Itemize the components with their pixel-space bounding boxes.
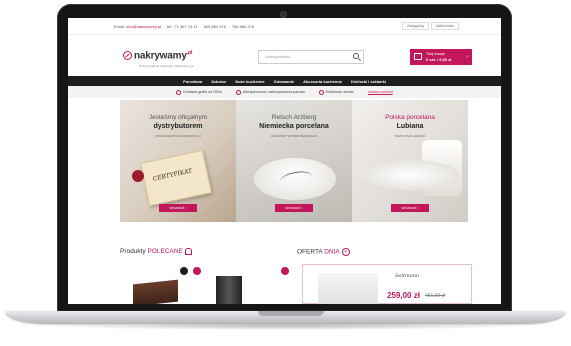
chevron-right-icon: › bbox=[466, 54, 468, 60]
banner-line2: Lubiana bbox=[396, 123, 424, 130]
nav-item-sztucce[interactable]: Sztućce bbox=[211, 79, 226, 84]
offer-price: 259,00 zł bbox=[387, 291, 420, 300]
banner-line1: Jesteśmy oficjalnym bbox=[148, 114, 208, 121]
search-icon[interactable] bbox=[353, 53, 359, 59]
search-placeholder: Szukaj produktu bbox=[265, 55, 291, 59]
shield-icon bbox=[235, 89, 241, 95]
nav-item-noze[interactable]: Noże kuchenne bbox=[235, 79, 264, 84]
tagline: Dobrze nakryte naczynia • Nakrywamy.pl bbox=[139, 64, 194, 68]
banner-line3: PRODUCENTÓW MARKOWYCH bbox=[155, 134, 201, 138]
next-arrow-icon[interactable] bbox=[193, 267, 201, 275]
cart-button[interactable]: Twój koszyk 0 szt. / 0,00 zł › bbox=[410, 49, 472, 65]
prev-arrow-icon[interactable] bbox=[180, 267, 188, 275]
offer-heading-b: DNIA bbox=[324, 248, 340, 256]
cart-icon bbox=[414, 53, 422, 60]
offer-product-image bbox=[318, 273, 378, 304]
top-contact-bar: Email: info@nakrywamy.pl tel.: 71 367 19… bbox=[68, 18, 501, 35]
certificate-text: CERTYFIKAT bbox=[152, 167, 193, 183]
register-button[interactable]: Załóż konto bbox=[430, 22, 459, 30]
nav-item-kieliszki[interactable]: Kieliszki i szklanki bbox=[351, 79, 386, 84]
wax-seal-image bbox=[132, 170, 144, 182]
browser-viewport: Email: info@nakrywamy.pl tel.: 71 367 19… bbox=[68, 18, 501, 304]
nav-item-akcesoria[interactable]: Akcesoria kuchenne bbox=[303, 79, 342, 84]
laptop-notch bbox=[258, 311, 324, 316]
banner-line1: Polska porcelana bbox=[385, 114, 435, 121]
nav-item-porcelana[interactable]: Porcelana bbox=[183, 79, 202, 84]
daily-offer-heading: OFERTA DNIA + bbox=[297, 248, 350, 256]
cart-label: Twój koszyk bbox=[426, 52, 445, 56]
laptop-base bbox=[6, 311, 565, 323]
phone-contact: tel.: 71 367 19 11 bbox=[167, 24, 198, 29]
offer-heading-a: OFERTA bbox=[297, 248, 323, 256]
phone-label: tel.: bbox=[166, 24, 174, 29]
feature-packing: Ubezpieczona i zabezpieczona paczka bbox=[235, 89, 305, 95]
banner-line3: OGROMNY WYBÓR DEKORACJI bbox=[271, 134, 317, 138]
feature-returns: Możliwość zwrotu bbox=[318, 89, 354, 95]
plates-image bbox=[360, 160, 460, 190]
banner-arzberg[interactable]: Retsch Arzberg Niemiecka porcelana OGROM… bbox=[236, 100, 352, 222]
logo-text: nakrywamy.pl bbox=[134, 50, 192, 62]
truck-icon bbox=[176, 89, 182, 95]
banner-line1: Retsch Arzberg bbox=[271, 114, 317, 121]
banner-row: CERTYFIKAT Jesteśmy oficjalnym dystrybut… bbox=[120, 100, 468, 222]
nav-item-gotowanie[interactable]: Gotowanie bbox=[274, 79, 294, 84]
recommended-heading-a: Produkty bbox=[120, 248, 146, 256]
terms-link[interactable]: zobacz warunki bbox=[368, 90, 393, 94]
product-image-knives[interactable] bbox=[216, 276, 242, 304]
email-link[interactable]: info@nakrywamy.pl bbox=[126, 24, 161, 29]
recommended-heading-b: POLECANE bbox=[147, 248, 183, 256]
offer-brand: Seltmann bbox=[395, 273, 420, 279]
email-label: Email: bbox=[114, 24, 126, 29]
porcelain-bowl-image bbox=[254, 158, 336, 200]
main-nav: Porcelana Sztućce Noże kuchenne Gotowani… bbox=[68, 76, 501, 86]
feature-shipping-text: Dostawa gratis od 200zł bbox=[183, 90, 222, 94]
camera-icon bbox=[280, 11, 287, 18]
phone-number-3: 756 884 376 bbox=[231, 24, 255, 29]
email-contact[interactable]: Email: info@nakrywamy.pl bbox=[114, 24, 161, 29]
offer-old-price: 451,00 zł bbox=[425, 293, 446, 299]
banner-lubiana[interactable]: Polska porcelana Lubiana NAJWYŻSZA JAKOŚ… bbox=[352, 100, 468, 222]
feature-shipping: Dostawa gratis od 200zł bbox=[176, 89, 222, 95]
account-links: Zaloguj się Załóż konto bbox=[401, 22, 459, 30]
feature-returns-text: Możliwość zwrotu bbox=[325, 90, 354, 94]
cart-add-icon[interactable] bbox=[281, 267, 289, 275]
login-button[interactable]: Zaloguj się bbox=[401, 22, 429, 30]
daily-offer-card[interactable]: Seltmann 259,00 zł 451,00 zł bbox=[302, 264, 472, 304]
features-strip: Dostawa gratis od 200zł Ubezpieczona i z… bbox=[68, 86, 501, 98]
banner-line2: Niemiecka porcelana bbox=[259, 123, 329, 130]
feature-packing-text: Ubezpieczona i zabezpieczona paczka bbox=[242, 90, 305, 94]
recommended-heading: Produkty POLECANE bbox=[120, 248, 192, 255]
bell-icon bbox=[184, 248, 192, 255]
logo-mark-icon bbox=[123, 51, 132, 61]
contact-info: Email: info@nakrywamy.pl tel.: 71 367 19… bbox=[114, 24, 254, 29]
return-icon bbox=[318, 89, 324, 95]
banner-distributor[interactable]: CERTYFIKAT Jesteśmy oficjalnym dystrybut… bbox=[120, 100, 236, 222]
certificate-image: CERTYFIKAT bbox=[140, 149, 212, 207]
phone-number: 71 367 19 11 bbox=[174, 24, 198, 29]
banner-button[interactable]: SPRAWDŹ > bbox=[159, 204, 197, 212]
plus-circle-icon: + bbox=[341, 248, 350, 256]
laptop-shadow bbox=[40, 322, 530, 330]
banner-button[interactable]: SPRAWDŹ > bbox=[275, 204, 313, 212]
banner-button[interactable]: SPRAWDŹ > bbox=[391, 204, 429, 212]
banner-line2: dystrybutorem bbox=[153, 123, 203, 130]
logo-suffix: .pl bbox=[186, 50, 192, 56]
search-input[interactable]: Szukaj produktu bbox=[258, 50, 364, 64]
banner-line3: NAJWYŻSZA JAKOŚĆ bbox=[394, 134, 426, 138]
site-logo[interactable]: nakrywamy.pl bbox=[123, 50, 192, 61]
cart-summary: 0 szt. / 0,00 zł bbox=[426, 57, 452, 62]
phone-number-2: 600 884 376 bbox=[203, 24, 226, 29]
product-image-board[interactable] bbox=[133, 279, 178, 304]
